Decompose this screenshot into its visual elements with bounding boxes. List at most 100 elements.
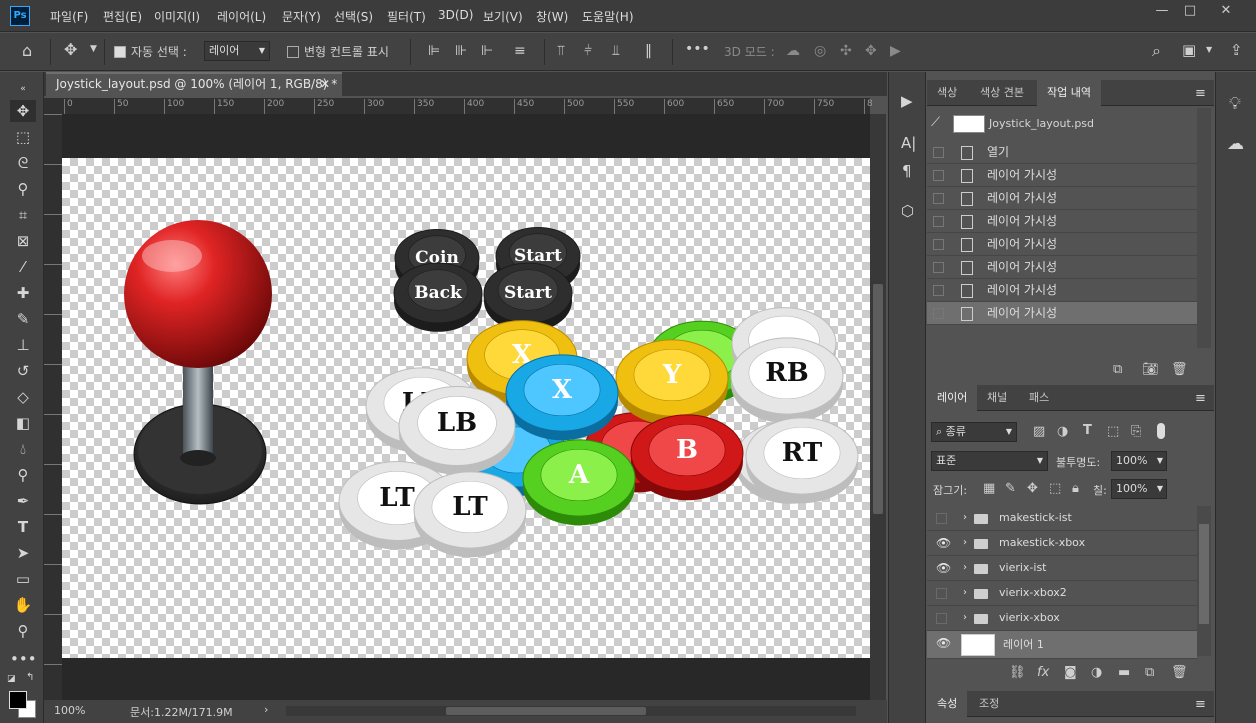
filter-toggle[interactable]: [1157, 423, 1165, 439]
type-tool-icon[interactable]: T: [10, 516, 36, 538]
fx-icon[interactable]: fx: [1037, 665, 1049, 680]
menu-item-6[interactable]: 필터(T): [387, 8, 426, 25]
canvas[interactable]: CoinStartBackStartXLBRBYXLBLTBRTALT: [62, 158, 870, 658]
zoom-tool-icon[interactable]: ⚲: [10, 620, 36, 642]
tab-color[interactable]: 색상: [927, 80, 967, 106]
align-middle-icon[interactable]: ⫩: [584, 43, 592, 59]
align-top-icon[interactable]: ⫪: [557, 43, 565, 59]
horizontal-scrollbar[interactable]: [286, 706, 856, 716]
panel-menu-icon[interactable]: ≡: [1195, 86, 1206, 101]
lock-transparent-icon[interactable]: ▦: [983, 481, 995, 496]
more-options-icon[interactable]: •••: [685, 41, 710, 57]
layer-row[interactable]: › makestick-ist: [927, 506, 1197, 531]
history-scrollbar[interactable]: [1197, 108, 1211, 348]
panel-menu-icon[interactable]: ≡: [1195, 391, 1206, 406]
menu-item-5[interactable]: 선택(S): [334, 8, 373, 25]
play-action-icon[interactable]: ▶: [901, 92, 913, 110]
workspace-icon[interactable]: ▣: [1182, 41, 1196, 59]
marquee-tool-icon[interactable]: ⬚: [10, 126, 36, 148]
history-brush-source-checkbox[interactable]: [933, 285, 944, 296]
character-icon[interactable]: A|: [901, 134, 916, 152]
layer-row[interactable]: 👁︎ › vierix-ist: [927, 556, 1197, 581]
visibility-toggle[interactable]: [936, 588, 947, 599]
chevron-right-icon[interactable]: ›: [963, 506, 967, 530]
close-tab-icon[interactable]: ✕: [320, 74, 330, 94]
3d-pan-icon[interactable]: ✣: [840, 43, 852, 59]
layer-row[interactable]: 👁︎ 레이어 1: [927, 631, 1197, 659]
history-item[interactable]: 열기: [927, 141, 1197, 164]
new-layer-icon[interactable]: ⧉: [1145, 665, 1154, 680]
move-tool-icon[interactable]: ✥: [10, 100, 36, 122]
tab-layers[interactable]: 레이어: [927, 385, 978, 411]
camera-icon[interactable]: 📷︎: [1142, 362, 1159, 377]
history-brush-source-checkbox[interactable]: [933, 262, 944, 273]
rectangle-tool-icon[interactable]: ▭: [10, 568, 36, 590]
menu-item-3[interactable]: 레이어(L): [217, 8, 266, 25]
tab-paths[interactable]: 패스: [1019, 385, 1059, 411]
trash-icon[interactable]: 🗑︎: [1171, 362, 1188, 377]
vertical-scroll-thumb[interactable]: [873, 284, 883, 514]
history-item[interactable]: 레이어 가시성: [927, 187, 1197, 210]
eye-icon[interactable]: 👁︎: [936, 561, 951, 575]
3d-slide-icon[interactable]: ✥: [865, 43, 877, 59]
layer-filter-dropdown[interactable]: ⌕ 종류 ▼: [931, 422, 1017, 442]
filter-shape-icon[interactable]: ⬚: [1107, 424, 1119, 439]
3d-orbit-icon[interactable]: ☁: [786, 43, 800, 59]
eyedropper-tool-icon[interactable]: ⁄: [10, 256, 36, 278]
align-center-icon[interactable]: ⊪: [455, 43, 467, 59]
zoom-level[interactable]: 100%: [54, 704, 85, 717]
gradient-tool-icon[interactable]: ◧: [10, 412, 36, 434]
chevron-right-icon[interactable]: ›: [963, 556, 967, 580]
eye-icon[interactable]: 👁︎: [936, 636, 951, 650]
filter-type-icon[interactable]: T: [1083, 423, 1092, 438]
lightbulb-icon[interactable]: 💡︎: [1229, 94, 1241, 114]
history-brush-source-checkbox[interactable]: [933, 147, 944, 158]
history-brush-source-checkbox[interactable]: [933, 308, 944, 319]
history-brush-source-checkbox[interactable]: [933, 216, 944, 227]
filter-smart-object-icon[interactable]: ⎘: [1131, 424, 1141, 439]
more-tools-icon[interactable]: •••: [10, 648, 37, 670]
chevron-right-icon[interactable]: ›: [963, 606, 967, 630]
lock-pixels-icon[interactable]: ✎: [1005, 481, 1016, 496]
collapse-icon[interactable]: «: [10, 78, 36, 100]
document-tab[interactable]: Joystick_layout.psd @ 100% (레이어 1, RGB/8…: [46, 72, 342, 96]
share-icon[interactable]: ⇪: [1230, 41, 1243, 59]
history-brush-source-checkbox[interactable]: [933, 239, 944, 250]
history-item[interactable]: 레이어 가시성: [927, 256, 1197, 279]
panel-menu-icon[interactable]: ≡: [1195, 697, 1206, 712]
align-left-icon[interactable]: ⊫: [428, 43, 440, 59]
foreground-color-swatch[interactable]: [9, 691, 27, 709]
creative-cloud-icon[interactable]: ☁: [1227, 134, 1244, 154]
brush-tool-icon[interactable]: ✎: [10, 308, 36, 330]
adjustment-layer-icon[interactable]: ◑: [1091, 665, 1102, 680]
layers-scrollbar[interactable]: [1197, 506, 1211, 656]
layers-scroll-thumb[interactable]: [1199, 524, 1209, 624]
status-arrow-icon[interactable]: ›: [264, 703, 268, 716]
history-item[interactable]: 레이어 가시성: [927, 233, 1197, 256]
eye-icon[interactable]: 👁︎: [936, 536, 951, 550]
link-layers-icon[interactable]: ⛓︎: [1009, 665, 1026, 680]
tab-properties[interactable]: 속성: [927, 691, 968, 717]
pen-tool-icon[interactable]: ✒: [10, 490, 36, 512]
stamp-tool-icon[interactable]: ⊥: [10, 334, 36, 356]
history-item[interactable]: 레이어 가시성: [927, 302, 1197, 325]
frame-tool-icon[interactable]: ⊠: [10, 230, 36, 252]
history-brush-icon[interactable]: ↺: [10, 360, 36, 382]
blur-tool-icon[interactable]: 💧︎: [10, 438, 36, 460]
align-bottom-icon[interactable]: ⫫: [612, 43, 620, 59]
transform-controls-checkbox[interactable]: [287, 46, 299, 58]
distribute-vertical-icon[interactable]: ‖: [645, 43, 652, 59]
paragraph-icon[interactable]: ¶: [902, 162, 912, 180]
menu-item-1[interactable]: 편집(E): [103, 8, 142, 25]
maximize-button[interactable]: □: [1174, 0, 1206, 24]
layer-row[interactable]: › vierix-xbox2: [927, 581, 1197, 606]
history-item[interactable]: 레이어 가시성: [927, 164, 1197, 187]
swap-colors-icon[interactable]: ↰: [26, 672, 34, 683]
lock-artboard-icon[interactable]: ⬚: [1049, 481, 1061, 496]
visibility-toggle[interactable]: [936, 613, 947, 624]
history-item[interactable]: 레이어 가시성: [927, 210, 1197, 233]
distribute-icon[interactable]: ≡: [514, 43, 526, 59]
tab-history[interactable]: 작업 내역: [1037, 80, 1101, 106]
menu-item-9[interactable]: 창(W): [536, 8, 568, 25]
close-button[interactable]: ✕: [1210, 0, 1242, 24]
